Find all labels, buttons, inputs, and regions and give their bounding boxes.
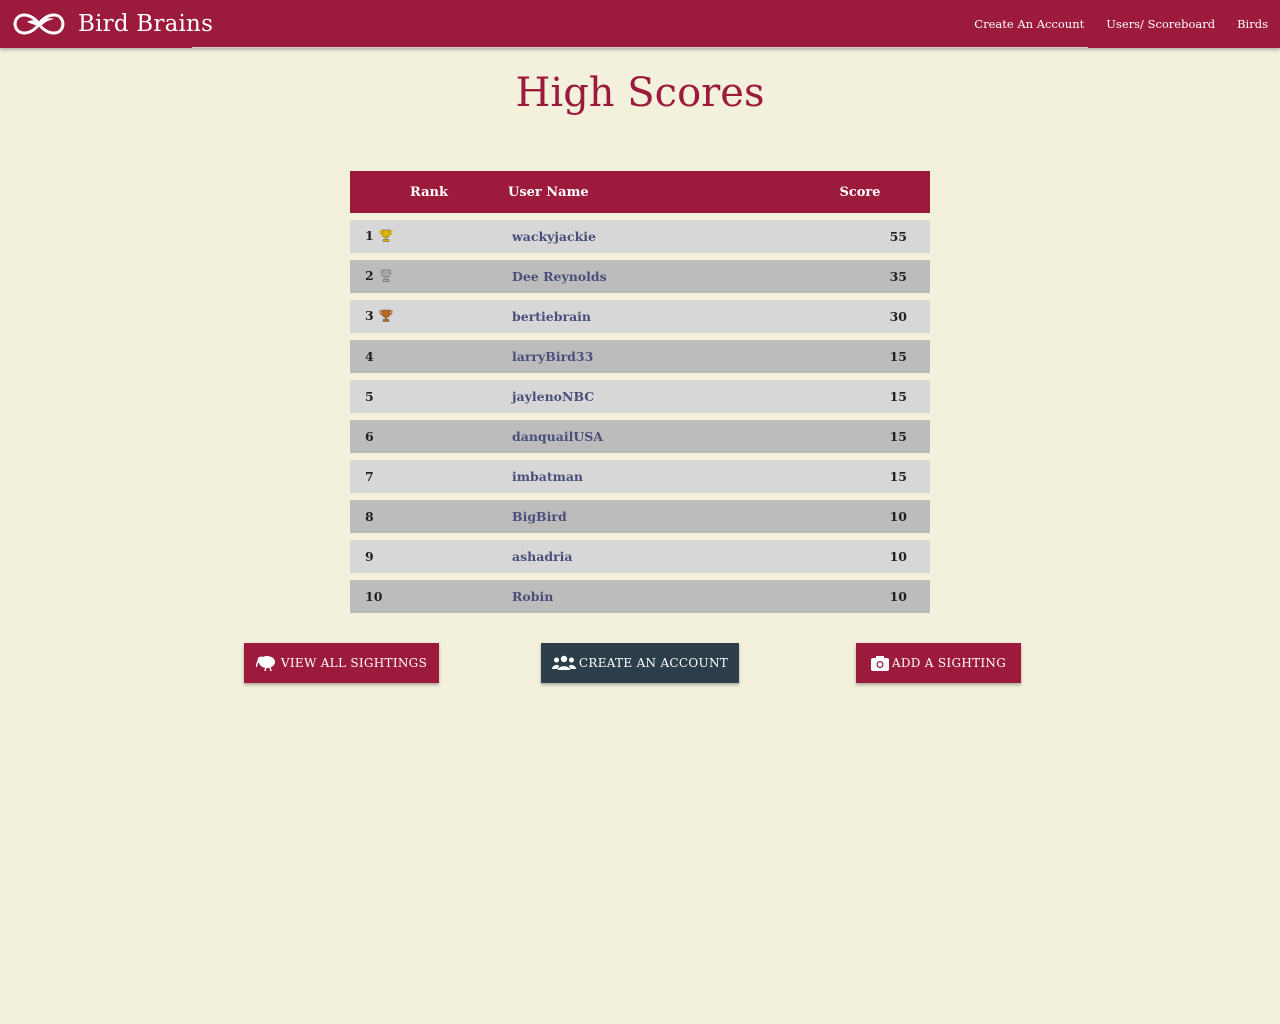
table-row: 5 jaylenoNBC 15	[350, 380, 930, 413]
user-name-cell: wackyjackie	[508, 220, 790, 253]
score-cell: 15	[790, 340, 930, 373]
rank-cell: 4	[350, 340, 508, 373]
brand-link[interactable]: Bird Brains	[12, 6, 213, 42]
user-name-cell: ashadria	[508, 540, 790, 573]
table-row: 4 larryBird33 15	[350, 340, 930, 373]
rank-value: 2	[365, 268, 374, 283]
nav-link-users-scoreboard[interactable]: Users/ Scoreboard	[1106, 17, 1215, 31]
rank-cell: 6	[350, 420, 508, 453]
user-name-cell: Dee Reynolds	[508, 260, 790, 293]
score-cell: 10	[790, 500, 930, 533]
user-name-cell: bertiebrain	[508, 300, 790, 333]
rank-cell: 9	[350, 540, 508, 573]
trophy-gold-icon	[379, 229, 393, 245]
score-column-header: Score	[790, 171, 930, 213]
table-row: 8 BigBird 10	[350, 500, 930, 533]
view-all-sightings-label: VIEW ALL SIGHTINGS	[280, 656, 428, 670]
user-profile-link[interactable]: ashadria	[512, 549, 573, 564]
brand-name: Bird Brains	[78, 11, 214, 37]
high-scores-table: Rank User Name Score 1 wackyjackie 55 2 Dee …	[350, 164, 930, 620]
score-cell: 35	[790, 260, 930, 293]
table-row: 7 imbatman 15	[350, 460, 930, 493]
rank-cell: 5	[350, 380, 508, 413]
table-row: 3 bertiebrain 30	[350, 300, 930, 333]
user-name-cell: jaylenoNBC	[508, 380, 790, 413]
rank-value: 8	[365, 509, 374, 524]
user-profile-link[interactable]: BigBird	[512, 509, 567, 524]
rank-value: 7	[365, 469, 374, 484]
table-row: 9 ashadria 10	[350, 540, 930, 573]
user-name-cell: BigBird	[508, 500, 790, 533]
add-sighting-label: ADD A SIGHTING	[891, 656, 1007, 670]
score-cell: 15	[790, 460, 930, 493]
rank-value: 5	[365, 389, 374, 404]
rank-cell: 7	[350, 460, 508, 493]
score-cell: 15	[790, 380, 930, 413]
user-profile-link[interactable]: Dee Reynolds	[512, 269, 607, 284]
rank-value: 6	[365, 429, 374, 444]
create-account-button[interactable]: CREATE AN ACCOUNT	[541, 643, 739, 683]
trophy-silver-icon	[379, 269, 393, 285]
user-name-cell: larryBird33	[508, 340, 790, 373]
nav-links: Create An Account Users/ Scoreboard Bird…	[952, 0, 1268, 48]
bird-logo-icon	[13, 13, 65, 35]
user-name-column-header: User Name	[508, 171, 790, 213]
camera-icon	[870, 656, 889, 671]
rank-value: 4	[365, 349, 374, 364]
rank-value: 10	[365, 589, 383, 604]
user-name-cell: imbatman	[508, 460, 790, 493]
view-all-sightings-button[interactable]: VIEW ALL SIGHTINGS	[244, 643, 439, 683]
rank-cell: 8	[350, 500, 508, 533]
rank-column-header: Rank	[350, 171, 508, 213]
score-cell: 15	[790, 420, 930, 453]
user-profile-link[interactable]: imbatman	[512, 469, 583, 484]
nav-divider	[192, 47, 1088, 48]
users-icon	[551, 655, 576, 670]
page-title: High Scores	[515, 70, 765, 116]
rank-cell: 3	[350, 300, 508, 333]
top-navbar: Bird Brains Create An Account Users/ Sco…	[0, 0, 1280, 48]
table-header-row: Rank User Name Score	[350, 171, 930, 213]
score-cell: 30	[790, 300, 930, 333]
rank-cell: 10	[350, 580, 508, 613]
score-cell: 10	[790, 580, 930, 613]
user-profile-link[interactable]: bertiebrain	[512, 309, 591, 324]
user-profile-link[interactable]: danquailUSA	[512, 429, 603, 444]
rank-value: 1	[365, 228, 374, 243]
user-profile-link[interactable]: larryBird33	[512, 349, 593, 364]
rank-cell: 1	[350, 220, 508, 253]
user-profile-link[interactable]: wackyjackie	[512, 229, 596, 244]
table-row: 1 wackyjackie 55	[350, 220, 930, 253]
score-cell: 55	[790, 220, 930, 253]
score-cell: 10	[790, 540, 930, 573]
table-body: 1 wackyjackie 55 2 Dee Reynolds 35 3 bertiebrai…	[350, 220, 930, 613]
add-sighting-button[interactable]: ADD A SIGHTING	[856, 643, 1021, 683]
table-row: 2 Dee Reynolds 35	[350, 260, 930, 293]
rank-cell: 2	[350, 260, 508, 293]
trophy-bronze-icon	[379, 309, 393, 325]
user-profile-link[interactable]: jaylenoNBC	[512, 389, 594, 404]
create-account-label: CREATE AN ACCOUNT	[578, 656, 729, 670]
rank-value: 9	[365, 549, 374, 564]
rank-value: 3	[365, 308, 374, 323]
user-profile-link[interactable]: Robin	[512, 589, 553, 604]
table-row: 10 Robin 10	[350, 580, 930, 613]
user-name-cell: Robin	[508, 580, 790, 613]
nav-link-create-account[interactable]: Create An Account	[974, 17, 1084, 31]
user-name-cell: danquailUSA	[508, 420, 790, 453]
table-row: 6 danquailUSA 15	[350, 420, 930, 453]
kiwi-bird-icon	[255, 656, 275, 671]
nav-link-birds[interactable]: Birds	[1237, 17, 1268, 31]
